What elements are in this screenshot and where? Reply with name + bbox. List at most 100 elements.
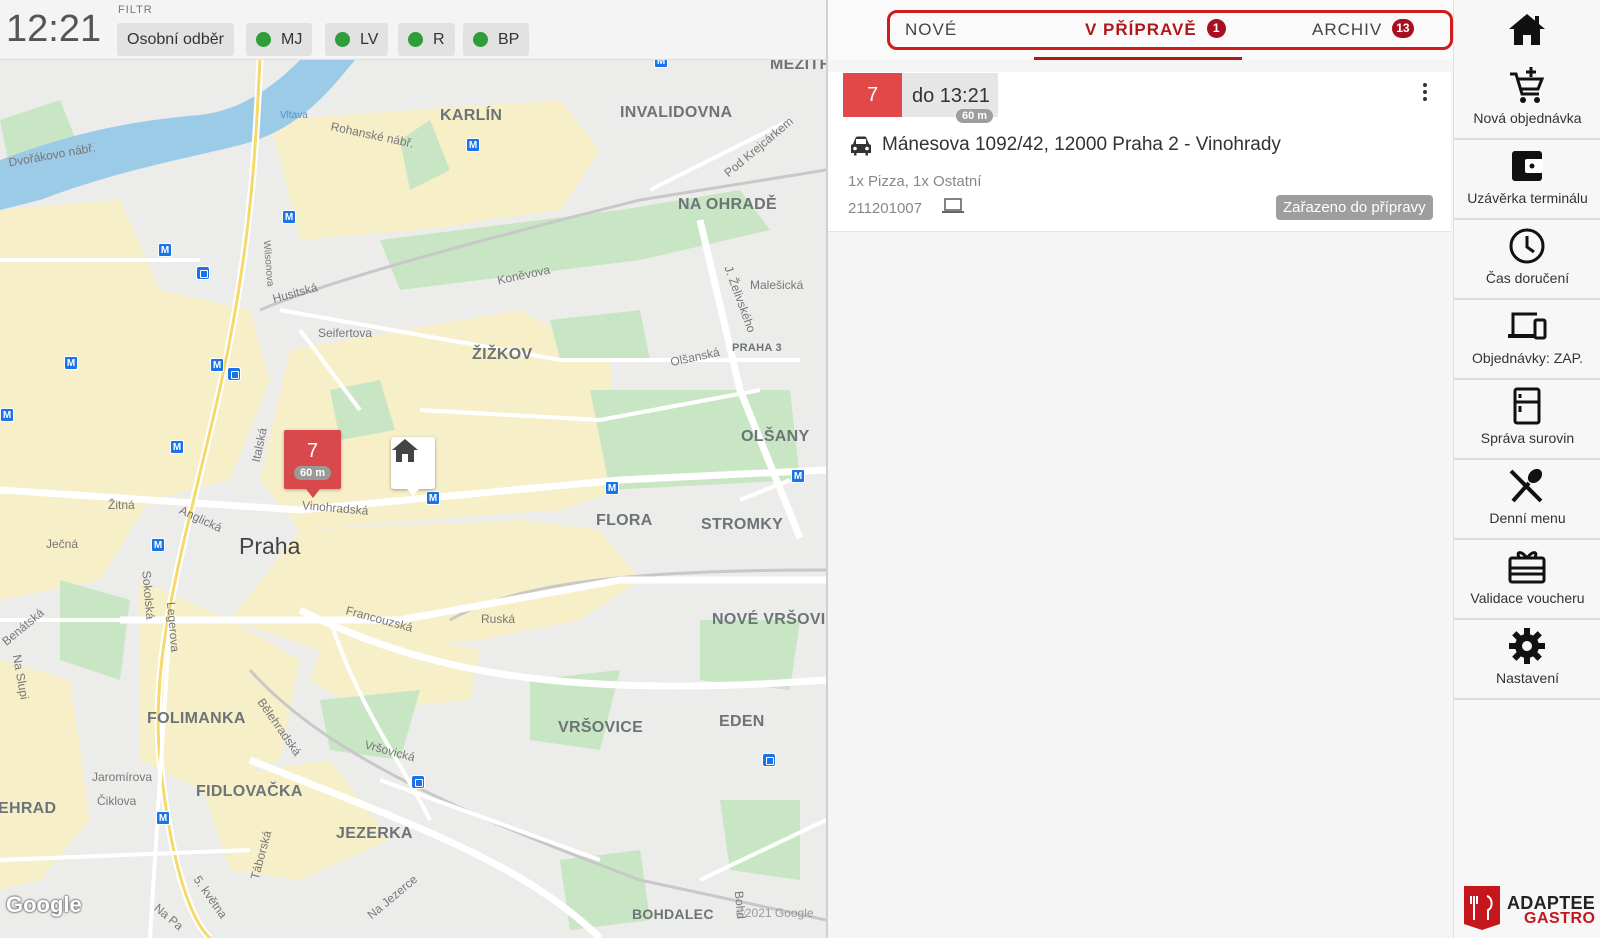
tab-archive[interactable]: ARCHIV 13 <box>1312 10 1414 50</box>
voucher-validation-label: Validace voucheru <box>1470 590 1585 606</box>
order-items: 1x Pizza, 1x Ostatní <box>848 173 982 190</box>
new-order-button[interactable]: Nová objednávka <box>1454 60 1600 140</box>
tab-count-badge: 1 <box>1206 19 1226 39</box>
filter-chip-pickup[interactable]: Osobní odběr <box>117 23 234 56</box>
map-area-label: FIDLOVAČKA <box>196 783 303 800</box>
map-area-label: BOHDALEC <box>632 906 714 922</box>
metro-icon: M <box>654 60 668 68</box>
map-area-label: JEZERKA <box>336 825 413 842</box>
orders-toggle-label: Objednávky: ZAP. <box>1471 350 1584 366</box>
home-button[interactable] <box>1454 0 1600 60</box>
map-street-label: Čiklova <box>97 794 137 808</box>
map-area-label: EDEN <box>719 713 765 730</box>
order-pin-duration: 60 m <box>293 466 332 480</box>
filter-chip-label: Osobní odběr <box>127 30 224 48</box>
map-street-label: Ječná <box>46 537 79 551</box>
order-number-badge: 7 <box>843 73 902 117</box>
map-area-label: KARLÍN <box>440 107 503 124</box>
home-icon <box>392 439 418 462</box>
app-root: 12:21 FILTR Osobní odběr MJ LV R BP MEZI… <box>0 0 1600 938</box>
map-copyright: ©2021 Google <box>736 906 814 920</box>
devices-icon <box>1508 312 1547 340</box>
metro-icon: M <box>791 469 805 483</box>
brand-mark-icon <box>1464 886 1500 930</box>
map-street-label: Vltava <box>280 110 308 121</box>
map-street-label: Seifertova <box>318 326 373 340</box>
daily-menu-button[interactable]: Denní menu <box>1454 460 1600 540</box>
metro-icon: M <box>605 481 619 495</box>
filter-chip-r[interactable]: R <box>398 23 455 56</box>
fridge-icon <box>1513 387 1541 425</box>
delivery-time-button[interactable]: Čas doručení <box>1454 220 1600 300</box>
terminal-closing-button[interactable]: Uzávěrka terminálu <box>1454 140 1600 220</box>
metro-icon: M <box>466 138 480 152</box>
clock-icon <box>1509 228 1545 264</box>
order-id: 211201007 <box>848 200 922 217</box>
brand-logo: ADAPTEE GASTRO <box>1462 884 1597 934</box>
map-area-label: FOLIMANKA <box>147 710 246 727</box>
metro-icon: M <box>210 358 224 372</box>
tram-icon <box>196 266 210 280</box>
orders-panel: NOVÉ V PŘÍPRAVĚ 1 ARCHIV 13 7 do 13:21 60 … <box>828 0 1453 938</box>
tram-icon <box>762 753 776 767</box>
filter-chip-mj[interactable]: MJ <box>246 23 313 56</box>
map-street-label: Žitná <box>108 498 135 512</box>
map-area-label: MEZITR <box>770 60 826 73</box>
more-options-icon[interactable] <box>1418 80 1432 106</box>
order-map-pin[interactable]: 7 60 m <box>284 430 341 498</box>
order-status-badge: Zařazeno do přípravy <box>1276 195 1433 220</box>
status-dot-icon <box>335 32 350 47</box>
map-area-label: FLORA <box>596 512 653 529</box>
map-street-label: Jaromírova <box>92 770 153 784</box>
brand-subname: GASTRO <box>1524 910 1596 927</box>
car-icon <box>851 136 871 156</box>
map-street-label: Ruská <box>481 612 516 626</box>
ingredients-management-label: Správa surovin <box>1480 430 1575 446</box>
filter-chip-lv[interactable]: LV <box>325 23 389 56</box>
cutlery-icon <box>1509 468 1543 503</box>
map-area-label: STROMKY <box>701 516 784 533</box>
map-area-label: INVALIDOVNA <box>620 104 733 121</box>
clock: 12:21 <box>6 8 102 50</box>
map-area-label: OLŠANY <box>741 428 810 445</box>
metro-icon: M <box>282 210 296 224</box>
metro-icon: M <box>151 538 165 552</box>
status-dot-icon <box>473 32 488 47</box>
filter-chip-label: BP <box>498 30 520 48</box>
settings-button[interactable]: Nastavení <box>1454 620 1600 700</box>
status-dot-icon <box>408 32 423 47</box>
tab-label: V PŘÍPRAVĚ <box>1085 20 1197 39</box>
tab-label: NOVÉ <box>905 20 958 39</box>
map-street-label: Malešická <box>750 278 804 292</box>
tab-in-preparation[interactable]: V PŘÍPRAVĚ 1 <box>1085 10 1226 50</box>
gear-icon <box>1509 628 1545 664</box>
home-icon <box>1509 14 1545 45</box>
voucher-validation-button[interactable]: Validace voucheru <box>1454 540 1600 620</box>
map-city-label: Praha <box>239 533 301 559</box>
metro-icon: M <box>170 440 184 454</box>
filter-chip-label: LV <box>360 30 379 48</box>
tab-count-badge: 13 <box>1392 19 1414 39</box>
order-duration-badge: 60 m <box>956 109 994 123</box>
tram-icon <box>227 367 241 381</box>
orders-toggle-button[interactable]: Objednávky: ZAP. <box>1454 300 1600 380</box>
order-deadline-box: do 13:21 60 m <box>902 73 998 123</box>
map-topbar: 12:21 FILTR Osobní odběr MJ LV R BP <box>0 0 826 60</box>
order-deadline: do 13:21 <box>912 85 990 107</box>
order-tabs: NOVÉ V PŘÍPRAVĚ 1 ARCHIV 13 <box>828 0 1453 60</box>
order-address: Mánesova 1092/42, 12000 Praha 2 - Vinohr… <box>882 134 1281 155</box>
map-area-label: ŽIŽKOV <box>472 346 533 363</box>
new-order-label: Nová objednávka <box>1473 110 1582 126</box>
delivery-map[interactable]: MEZITR KARLÍN INVALIDOVNA NA OHRADĚ ŽIŽK… <box>0 60 826 938</box>
tab-new[interactable]: NOVÉ <box>905 10 957 50</box>
ingredients-management-button[interactable]: Správa surovin <box>1454 380 1600 460</box>
map-area-label: VRŠOVICE <box>558 719 644 736</box>
filter-chip-bp[interactable]: BP <box>463 23 530 56</box>
order-pin-number: 7 <box>306 440 319 462</box>
settings-label: Nastavení <box>1495 670 1560 686</box>
daily-menu-label: Denní menu <box>1489 510 1566 526</box>
order-card[interactable]: 7 do 13:21 60 m Mánesova 1092/42, 12000 … <box>828 72 1451 232</box>
map-area-label: NOVÉ VRŠOVIC <box>712 611 826 628</box>
filter-chip-label: R <box>433 30 445 48</box>
restaurant-map-pin[interactable] <box>391 437 435 496</box>
